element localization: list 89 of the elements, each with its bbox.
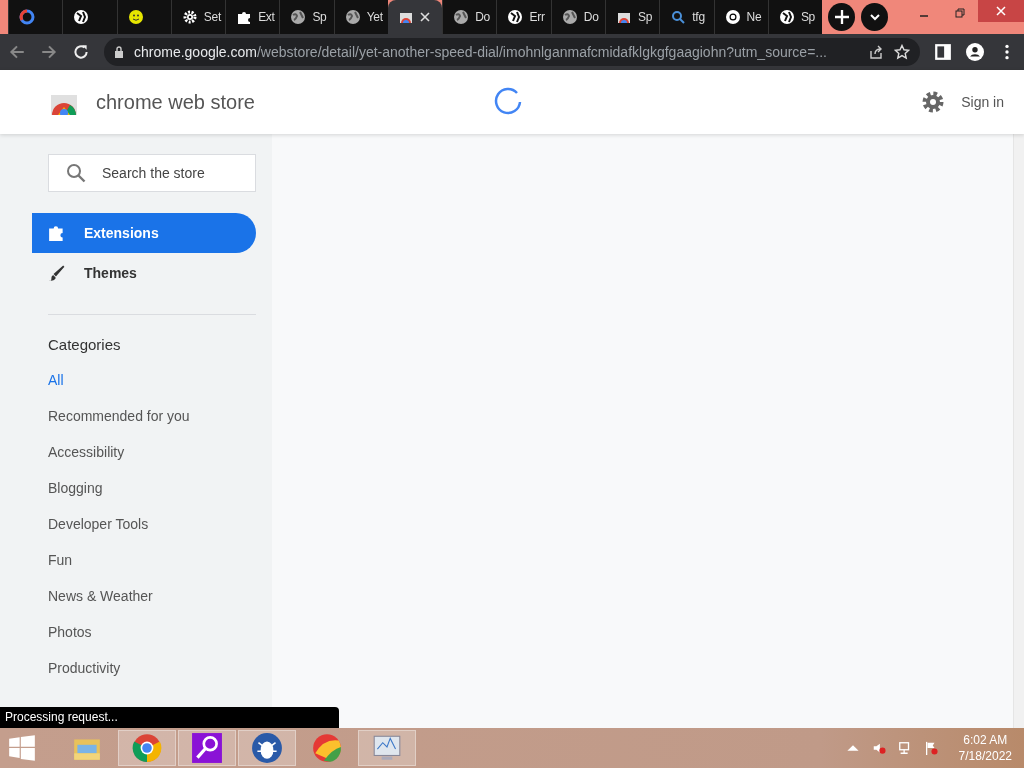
tab-title: tfg (692, 10, 705, 24)
category-link[interactable]: Recommended for you (32, 398, 256, 434)
forward-icon[interactable] (40, 43, 58, 61)
ball-icon (311, 732, 343, 764)
windows-start-icon[interactable] (8, 734, 36, 762)
reload-icon[interactable] (72, 43, 90, 61)
tab-title: Ne (746, 10, 762, 24)
globe-icon (778, 9, 795, 25)
browser-tab[interactable] (387, 0, 443, 34)
gear-icon (181, 9, 198, 25)
category-link[interactable]: Blogging (32, 470, 256, 506)
chrome-icon (131, 732, 163, 764)
earth-icon (453, 9, 470, 25)
chevron-down-icon (868, 11, 881, 23)
browser-tab[interactable] (116, 0, 171, 34)
tab-title: Do (583, 10, 599, 24)
browser-tab[interactable]: Do (550, 0, 606, 34)
earth-icon (344, 9, 361, 25)
earth-icon (290, 9, 307, 25)
globe-icon (73, 9, 90, 25)
plus-icon (834, 10, 849, 24)
close-icon[interactable] (419, 12, 430, 22)
taskbar-app[interactable] (238, 730, 296, 766)
browser-tab[interactable]: Ne (713, 0, 768, 34)
browser-tab[interactable]: Yet (333, 0, 388, 34)
status-tooltip: Processing request... (0, 707, 339, 728)
new-tab-button[interactable] (828, 3, 856, 31)
lock-icon (114, 46, 124, 58)
browser-tab[interactable]: Ext (225, 0, 280, 34)
tab-search-button[interactable] (861, 3, 888, 31)
tab-title: Sp (800, 10, 815, 24)
category-link[interactable]: Photos (32, 614, 256, 650)
browser-tab[interactable]: Sp (279, 0, 334, 34)
search-icon (66, 163, 86, 183)
category-link[interactable]: Productivity (32, 650, 256, 686)
volume-muted-icon[interactable] (871, 741, 886, 755)
taskbar-app[interactable] (358, 730, 416, 766)
browser-tab[interactable]: Do (442, 0, 497, 34)
category-link[interactable]: News & Weather (32, 578, 256, 614)
tab-title: Yet (366, 10, 383, 24)
taskbar-app[interactable] (118, 730, 176, 766)
brush-icon (48, 264, 66, 282)
store-title: chrome web store (96, 90, 255, 114)
url-text: chrome.google.com/webstore/detail/yet-another-speed-dial/imohnlganmafcmidafklgkgfgaagiohn?utm_source=... (134, 44, 828, 60)
loading-spinner-icon (493, 87, 524, 117)
taskbar-app[interactable] (178, 730, 236, 766)
sign-in-link[interactable]: Sign in (961, 94, 1004, 110)
category-link[interactable]: Accessibility (32, 434, 256, 470)
browser-tab[interactable]: Sp (767, 0, 823, 34)
tab-title: Err (529, 10, 545, 24)
address-bar[interactable]: chrome.google.com/webstore/detail/yet-another-speed-dial/imohnlganmafcmidafklgkgfgaagiohn?utm_source=... (104, 38, 920, 66)
section-heading: Categories (48, 336, 122, 353)
magnifier-icon (191, 732, 223, 764)
star-icon[interactable] (894, 44, 910, 60)
smiley-icon (127, 9, 144, 25)
bug-icon (251, 732, 283, 764)
tab-title: Do (475, 10, 490, 24)
browser-tab[interactable]: Err (496, 0, 551, 34)
browser-tab[interactable]: tfg (659, 0, 714, 34)
close-icon (995, 5, 1007, 17)
network-icon[interactable] (897, 741, 912, 755)
tab-title: Set (203, 10, 221, 24)
back-icon[interactable] (8, 43, 26, 61)
browser-tab[interactable]: Sp (605, 0, 660, 34)
earth-icon (561, 9, 578, 25)
tab-title: Ext (258, 10, 275, 24)
google-icon (19, 9, 35, 25)
share-icon[interactable] (868, 44, 884, 60)
puzzle-icon (48, 224, 66, 242)
globe-icon (507, 9, 524, 25)
browser-tab[interactable]: Set (170, 0, 226, 34)
restore-icon[interactable] (954, 7, 966, 19)
browser-tab[interactable] (62, 0, 117, 34)
search-field[interactable]: Search the store (48, 154, 256, 192)
chrome-icon (724, 9, 741, 25)
nav-item[interactable]: Extensions (32, 213, 256, 253)
search-icon (670, 9, 687, 25)
tab-title: Sp (638, 10, 653, 24)
scrollbar[interactable] (1013, 134, 1024, 728)
category-link[interactable]: Fun (32, 542, 256, 578)
profile-icon[interactable] (966, 43, 984, 61)
category-link[interactable]: All (32, 362, 256, 398)
category-link[interactable]: Developer Tools (32, 506, 256, 542)
settings-icon[interactable] (921, 90, 946, 114)
puzzle-icon (236, 9, 253, 25)
nav-item[interactable]: Themes (32, 253, 256, 293)
side-panel-icon[interactable] (934, 43, 952, 61)
action-center-flag-icon[interactable] (923, 741, 938, 755)
tab-title: Sp (312, 10, 327, 24)
